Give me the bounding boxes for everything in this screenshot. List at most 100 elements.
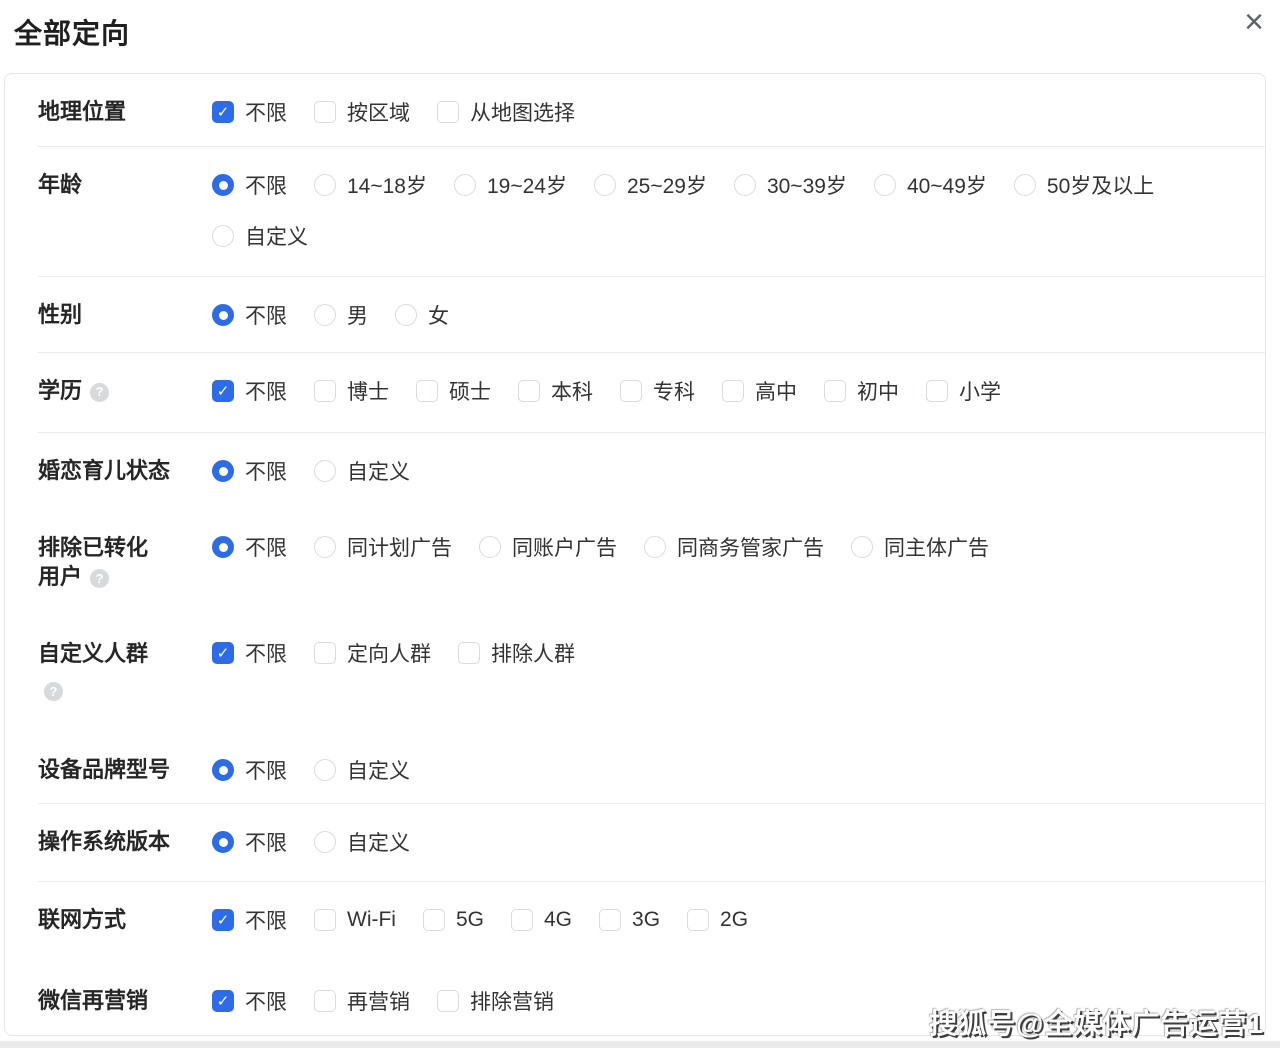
option-item[interactable]: 5G xyxy=(423,898,484,942)
checkbox-unchecked-icon[interactable] xyxy=(416,380,438,402)
help-icon[interactable]: ? xyxy=(90,569,109,588)
radio-unchecked-icon[interactable] xyxy=(479,536,501,558)
option-item[interactable]: ✓不限 xyxy=(212,979,287,1023)
checkbox-unchecked-icon[interactable] xyxy=(437,990,459,1012)
checkbox-checked-icon[interactable]: ✓ xyxy=(212,909,234,931)
option-item[interactable]: 50岁及以上 xyxy=(1014,163,1154,207)
radio-unchecked-icon[interactable] xyxy=(314,831,336,853)
option-item[interactable]: 不限 xyxy=(212,748,287,792)
option-item[interactable]: 硕士 xyxy=(416,369,491,413)
option-item[interactable]: ✓不限 xyxy=(212,369,287,413)
checkbox-unchecked-icon[interactable] xyxy=(518,380,540,402)
row-label-network-type: 联网方式 xyxy=(38,882,212,942)
radio-unchecked-icon[interactable] xyxy=(314,759,336,781)
radio-unchecked-icon[interactable] xyxy=(314,304,336,326)
option-item[interactable]: 4G xyxy=(511,898,572,942)
option-item[interactable]: 同账户广告 xyxy=(479,525,617,569)
targeting-row-custom-audience: 自定义人群?✓不限定向人群排除人群 xyxy=(5,615,1265,732)
option-item[interactable]: 女 xyxy=(395,293,449,337)
radio-unchecked-icon[interactable] xyxy=(314,174,336,196)
option-item[interactable]: ✓不限 xyxy=(212,631,287,675)
radio-unchecked-icon[interactable] xyxy=(454,174,476,196)
option-label: 不限 xyxy=(245,827,287,857)
option-item[interactable]: 小学 xyxy=(926,369,1001,413)
option-item[interactable]: 同主体广告 xyxy=(851,525,989,569)
option-item[interactable]: 高中 xyxy=(722,369,797,413)
option-item[interactable]: 按区域 xyxy=(314,90,410,134)
checkbox-checked-icon[interactable]: ✓ xyxy=(212,380,234,402)
radio-unchecked-icon[interactable] xyxy=(314,536,336,558)
option-item[interactable]: 不限 xyxy=(212,820,287,864)
option-item[interactable]: 19~24岁 xyxy=(454,163,567,207)
checkbox-unchecked-icon[interactable] xyxy=(926,380,948,402)
checkbox-unchecked-icon[interactable] xyxy=(314,909,336,931)
checkbox-unchecked-icon[interactable] xyxy=(599,909,621,931)
help-icon[interactable]: ? xyxy=(44,682,63,701)
option-item[interactable]: 初中 xyxy=(824,369,899,413)
checkbox-unchecked-icon[interactable] xyxy=(314,642,336,664)
option-item[interactable]: 再营销 xyxy=(314,979,410,1023)
option-item[interactable]: Wi-Fi xyxy=(314,898,396,942)
option-item[interactable]: 博士 xyxy=(314,369,389,413)
radio-checked-icon[interactable] xyxy=(212,460,234,482)
checkbox-unchecked-icon[interactable] xyxy=(314,380,336,402)
radio-checked-icon[interactable] xyxy=(212,759,234,781)
option-item[interactable]: 不限 xyxy=(212,525,287,569)
option-item[interactable]: 14~18岁 xyxy=(314,163,427,207)
option-label: 3G xyxy=(632,908,660,932)
radio-unchecked-icon[interactable] xyxy=(1014,174,1036,196)
radio-unchecked-icon[interactable] xyxy=(874,174,896,196)
radio-unchecked-icon[interactable] xyxy=(734,174,756,196)
option-item[interactable]: 从地图选择 xyxy=(437,90,575,134)
radio-unchecked-icon[interactable] xyxy=(851,536,873,558)
option-item[interactable]: 同计划广告 xyxy=(314,525,452,569)
option-item[interactable]: 不限 xyxy=(212,163,287,207)
option-item[interactable]: 自定义 xyxy=(314,449,410,493)
row-label-text: 学历? xyxy=(38,369,212,413)
option-item[interactable]: ✓不限 xyxy=(212,898,287,942)
radio-unchecked-icon[interactable] xyxy=(212,225,234,247)
radio-checked-icon[interactable] xyxy=(212,304,234,326)
radio-unchecked-icon[interactable] xyxy=(644,536,666,558)
radio-unchecked-icon[interactable] xyxy=(594,174,616,196)
radio-checked-icon[interactable] xyxy=(212,536,234,558)
option-item[interactable]: 同商务管家广告 xyxy=(644,525,824,569)
close-icon[interactable]: × xyxy=(1234,0,1274,44)
checkbox-unchecked-icon[interactable] xyxy=(314,990,336,1012)
option-item[interactable]: 不限 xyxy=(212,293,287,337)
checkbox-unchecked-icon[interactable] xyxy=(314,101,336,123)
checkbox-unchecked-icon[interactable] xyxy=(423,909,445,931)
radio-checked-icon[interactable] xyxy=(212,174,234,196)
checkbox-unchecked-icon[interactable] xyxy=(620,380,642,402)
radio-dot xyxy=(219,311,228,320)
option-item[interactable]: 40~49岁 xyxy=(874,163,987,207)
checkbox-unchecked-icon[interactable] xyxy=(511,909,533,931)
option-item[interactable]: 自定义 xyxy=(212,214,308,258)
radio-unchecked-icon[interactable] xyxy=(314,460,336,482)
checkbox-checked-icon[interactable]: ✓ xyxy=(212,101,234,123)
checkbox-unchecked-icon[interactable] xyxy=(687,909,709,931)
option-item[interactable]: 3G xyxy=(599,898,660,942)
option-item[interactable]: 自定义 xyxy=(314,748,410,792)
radio-checked-icon[interactable] xyxy=(212,831,234,853)
checkbox-unchecked-icon[interactable] xyxy=(437,101,459,123)
checkbox-unchecked-icon[interactable] xyxy=(722,380,744,402)
help-icon[interactable]: ? xyxy=(90,383,109,402)
option-item[interactable]: 30~39岁 xyxy=(734,163,847,207)
option-item[interactable]: 男 xyxy=(314,293,368,337)
option-item[interactable]: 25~29岁 xyxy=(594,163,707,207)
checkbox-checked-icon[interactable]: ✓ xyxy=(212,642,234,664)
checkbox-unchecked-icon[interactable] xyxy=(824,380,846,402)
checkbox-unchecked-icon[interactable] xyxy=(458,642,480,664)
checkbox-checked-icon[interactable]: ✓ xyxy=(212,990,234,1012)
option-item[interactable]: 排除人群 xyxy=(458,631,575,675)
option-item[interactable]: 不限 xyxy=(212,449,287,493)
option-item[interactable]: 定向人群 xyxy=(314,631,431,675)
radio-unchecked-icon[interactable] xyxy=(395,304,417,326)
option-item[interactable]: 自定义 xyxy=(314,820,410,864)
option-item[interactable]: 专科 xyxy=(620,369,695,413)
option-item[interactable]: 排除营销 xyxy=(437,979,554,1023)
option-item[interactable]: 本科 xyxy=(518,369,593,413)
option-item[interactable]: ✓不限 xyxy=(212,90,287,134)
option-item[interactable]: 2G xyxy=(687,898,748,942)
